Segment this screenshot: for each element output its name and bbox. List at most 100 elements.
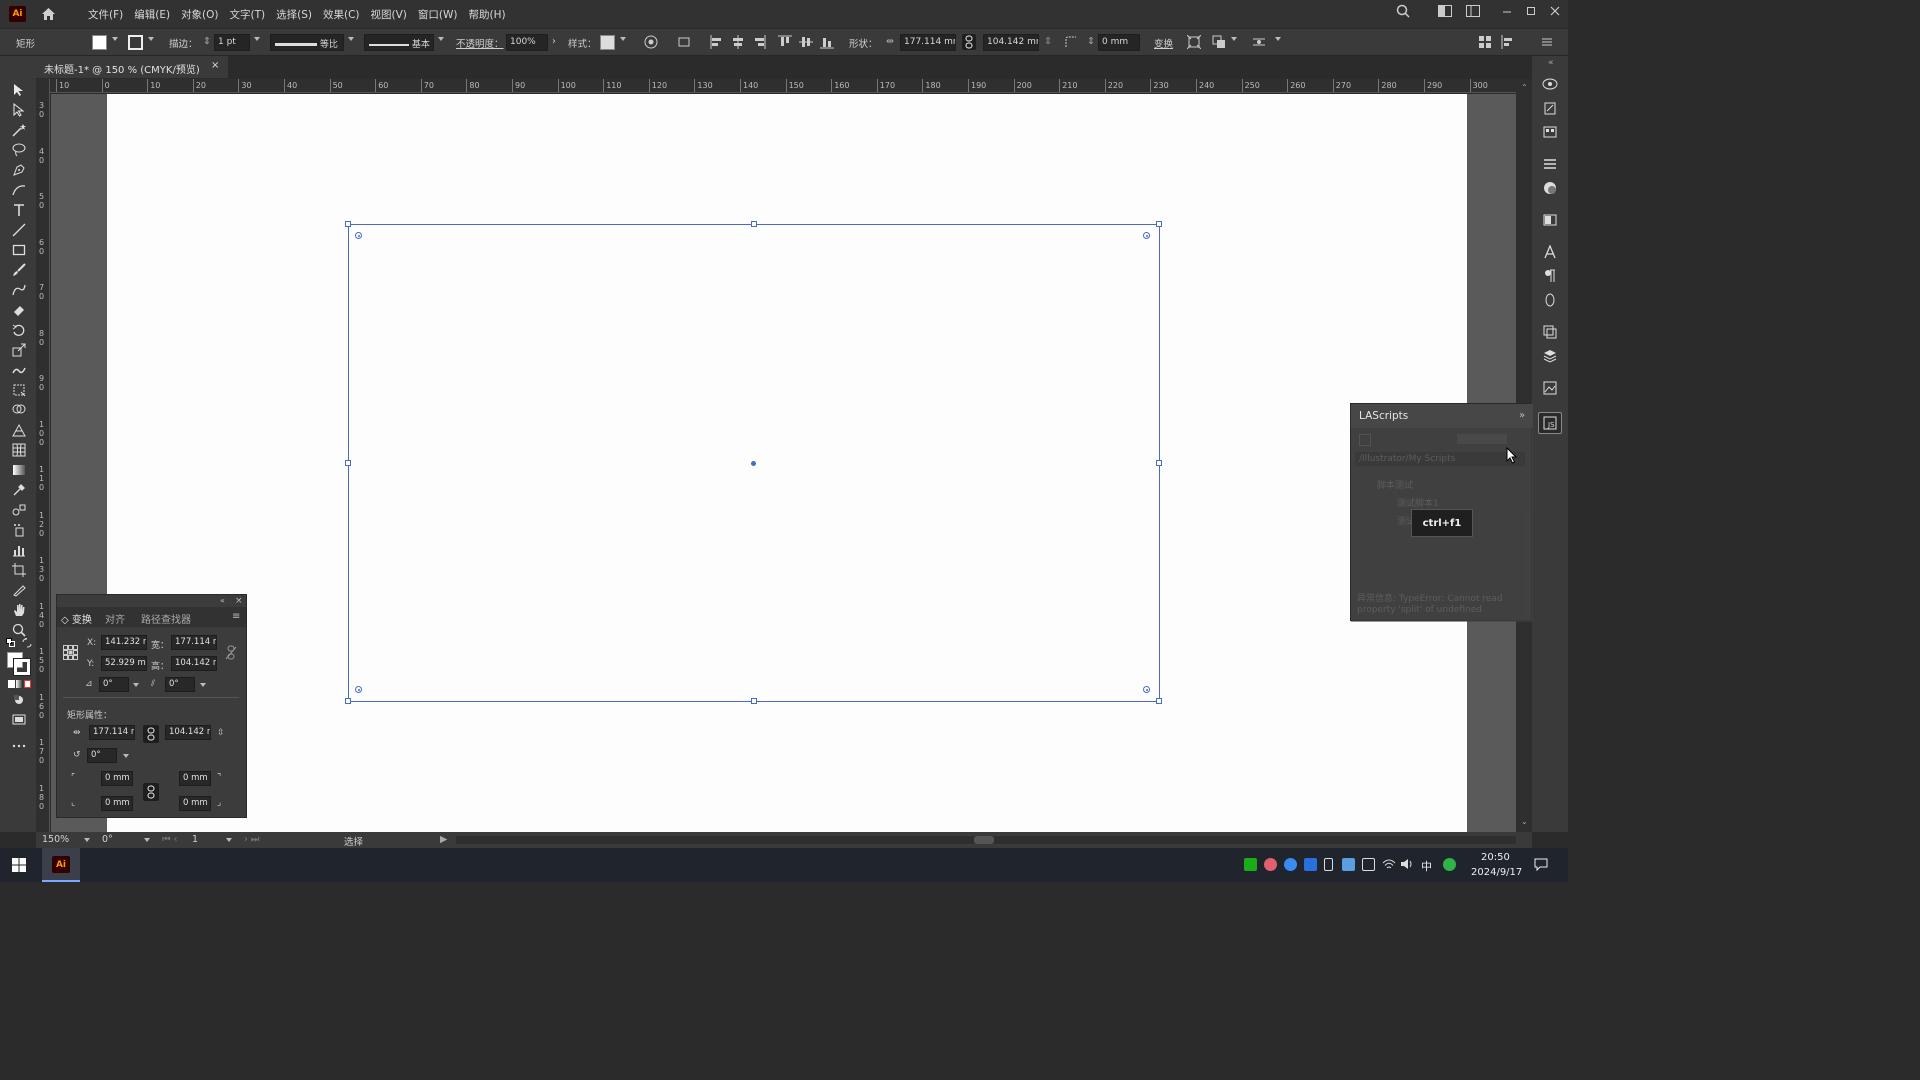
hand-tool-icon[interactable]: [10, 602, 28, 618]
x-input[interactable]: 141.232 r: [101, 635, 147, 650]
libraries-panel-icon[interactable]: [1541, 76, 1559, 92]
notifications-icon[interactable]: [1534, 858, 1548, 874]
style-swatch[interactable]: [600, 35, 615, 50]
rotate-tool-icon[interactable]: [10, 322, 28, 338]
isolate-icon[interactable]: [1186, 34, 1202, 50]
menu-help[interactable]: 帮助(H): [469, 7, 506, 22]
arrange-icon[interactable]: [1212, 35, 1226, 49]
width-input[interactable]: 177.114 mm: [900, 34, 956, 51]
search-icon[interactable]: [1396, 4, 1410, 21]
menu-type[interactable]: 文字(T): [230, 7, 266, 22]
reference-point-icon[interactable]: [63, 645, 78, 663]
arrange-documents-icon[interactable]: [1438, 5, 1452, 20]
rotation-dropdown-icon[interactable]: [144, 838, 150, 842]
corner-tl-input[interactable]: 0 mm: [101, 771, 133, 786]
wifi-icon[interactable]: [1382, 858, 1396, 873]
pen-tool-icon[interactable]: [10, 162, 28, 178]
scale-tool-icon[interactable]: [10, 342, 28, 358]
warp-tool-icon[interactable]: [10, 362, 28, 378]
perspective-grid-tool-icon[interactable]: [10, 422, 28, 438]
transform-panel-icon[interactable]: [1541, 324, 1559, 340]
close-window-icon[interactable]: [1550, 6, 1560, 19]
sogou-tray-icon[interactable]: [1443, 858, 1456, 871]
rect-link-icon[interactable]: [143, 725, 159, 743]
app-tray-icon-2[interactable]: [1284, 858, 1297, 871]
workspace-switcher-icon[interactable]: [1466, 5, 1480, 20]
symbol-sprayer-tool-icon[interactable]: [10, 522, 28, 538]
lasso-tool-icon[interactable]: [10, 142, 28, 158]
document-tab[interactable]: 未标题-1* @ 150 % (CMYK/预览) ×: [36, 56, 228, 78]
control-bar-menu-icon[interactable]: [1540, 35, 1554, 49]
type-tool-icon[interactable]: [10, 202, 28, 218]
stroke-panel-icon[interactable]: [1541, 156, 1559, 172]
corner-widget-bl[interactable]: [355, 686, 362, 693]
resize-handle-r[interactable]: [1156, 460, 1162, 466]
stroke-weight-input[interactable]: 1 pt: [214, 34, 250, 51]
w-input[interactable]: 177.114 r: [171, 635, 217, 650]
app-tray-icon-1[interactable]: [1264, 858, 1277, 871]
blend-tool-icon[interactable]: [10, 502, 28, 518]
vertical-ruler[interactable]: 30 40 50 60 70 80 90 100 110 120 130 140 150 160 170 18…: [36, 79, 50, 832]
selection-tool-icon[interactable]: [10, 82, 28, 98]
brush-dropdown-icon[interactable]: [438, 37, 444, 41]
menu-object[interactable]: 对象(O): [181, 7, 218, 22]
artboard-next-icons[interactable]: › ⏭: [244, 834, 259, 845]
height-input[interactable]: 104.142 mm: [983, 34, 1039, 51]
direct-selection-tool-icon[interactable]: [10, 102, 28, 118]
menu-edit[interactable]: 编辑(E): [134, 7, 170, 22]
style-dropdown-icon[interactable]: [620, 37, 626, 41]
gradient-tool-icon[interactable]: [10, 462, 28, 478]
corner-radius-input[interactable]: 0 mm: [1098, 34, 1140, 51]
stroke-swatch[interactable]: [128, 35, 143, 50]
opentype-panel-icon[interactable]: [1541, 292, 1559, 308]
shear-dropdown-icon[interactable]: [200, 683, 206, 687]
volume-icon[interactable]: [1400, 858, 1414, 873]
paragraph-panel-icon[interactable]: [1541, 268, 1559, 284]
zoom-dropdown-icon[interactable]: [84, 838, 90, 842]
arrange-dropdown-icon[interactable]: [1231, 37, 1237, 41]
opacity-input[interactable]: 100%: [506, 34, 548, 51]
security-tray-icon[interactable]: [1362, 858, 1375, 871]
zoom-level[interactable]: 150%: [42, 834, 69, 845]
resize-handle-t[interactable]: [751, 221, 757, 227]
corner-widget-tr[interactable]: [1143, 232, 1150, 239]
curvature-tool-icon[interactable]: [10, 182, 28, 198]
screen-mode-icon[interactable]: [10, 712, 28, 728]
canvas-pasteboard[interactable]: [51, 94, 1516, 832]
align-to-icon[interactable]: [678, 35, 692, 49]
resize-handle-b[interactable]: [751, 698, 757, 704]
opacity-arrow-icon[interactable]: ›: [552, 36, 556, 47]
stroke-weight-dropdown-icon[interactable]: [254, 37, 260, 41]
transform-menu-icon[interactable]: ≡: [232, 611, 240, 622]
brush-select[interactable]: 基本: [364, 34, 434, 51]
stroke-profile-select[interactable]: 等比: [270, 34, 344, 51]
menu-select[interactable]: 选择(S): [276, 7, 312, 22]
constrain-link-icon[interactable]: [962, 34, 976, 50]
dock-collapse-icon[interactable]: «: [1548, 58, 1554, 68]
clock-date[interactable]: 2024/9/17: [1471, 867, 1522, 878]
shear-input[interactable]: 0°: [165, 677, 195, 692]
edit-toolbar-icon[interactable]: [10, 738, 28, 754]
resize-handle-tl[interactable]: [345, 221, 351, 227]
shaper-tool-icon[interactable]: [10, 282, 28, 298]
magic-wand-tool-icon[interactable]: [10, 122, 28, 138]
image-trace-icon[interactable]: [1541, 380, 1559, 396]
stroke-profile-dropdown-icon[interactable]: [348, 37, 354, 41]
paintbrush-tool-icon[interactable]: [10, 262, 28, 278]
puppet-warp-icon[interactable]: [1252, 35, 1266, 49]
none-mode-icon[interactable]: [24, 680, 31, 688]
resize-handle-bl[interactable]: [345, 698, 351, 704]
line-tool-icon[interactable]: [10, 222, 28, 238]
zoom-tool-icon[interactable]: [10, 622, 28, 638]
color-mode-icon[interactable]: [8, 680, 15, 688]
puppet-dropdown-icon[interactable]: [1275, 37, 1281, 41]
close-tab-icon[interactable]: ×: [211, 60, 219, 71]
swap-colors-icon[interactable]: [22, 638, 32, 648]
color-panel-icon[interactable]: [1541, 180, 1559, 196]
transform-link[interactable]: 变换: [1154, 36, 1173, 50]
home-icon[interactable]: [40, 6, 56, 22]
maximize-icon[interactable]: [1526, 6, 1536, 19]
rect-rotation-input[interactable]: 0°: [87, 748, 117, 763]
artboard-prev-icons[interactable]: ⏮ ‹: [162, 834, 177, 845]
tab-pathfinder[interactable]: 路径查找器: [141, 611, 191, 626]
